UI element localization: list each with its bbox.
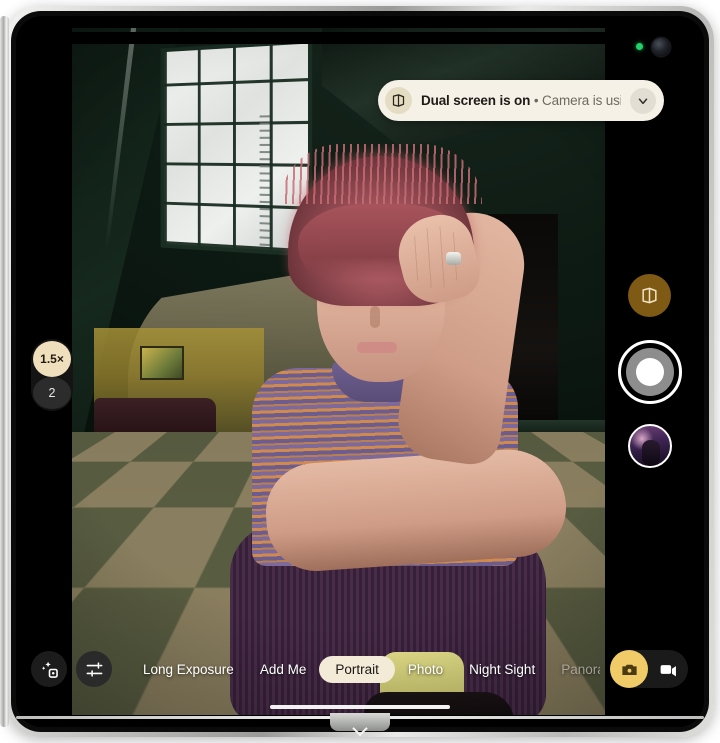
chevron-down-icon[interactable] <box>630 87 656 114</box>
ai-lens-button[interactable] <box>31 651 67 687</box>
shutter-inner-ring <box>626 348 674 396</box>
dual-screen-banner[interactable]: Dual screen is on • Camera is using b... <box>378 80 664 121</box>
device-hinge <box>0 16 9 727</box>
photo-mode-button[interactable] <box>610 650 648 688</box>
zoom-option-2x[interactable]: 2 <box>33 376 71 409</box>
dual-screen-toggle-button[interactable] <box>628 274 671 317</box>
viewfinder-top-band <box>32 32 704 44</box>
camera-in-use-indicator <box>636 43 643 50</box>
banner-separator: • <box>530 93 543 108</box>
last-photo-thumbnail[interactable] <box>628 424 672 468</box>
shutter-button[interactable] <box>618 340 682 404</box>
scene-vignette <box>72 28 605 715</box>
camera-settings-button[interactable] <box>76 651 112 687</box>
device-hinge-notch <box>330 713 390 731</box>
banner-title: Dual screen is on <box>421 93 531 108</box>
banner-detail: Camera is using b... <box>542 93 621 108</box>
front-camera-lens <box>652 38 670 56</box>
gesture-home-indicator[interactable] <box>270 705 450 709</box>
dual-screen-fold-icon <box>385 87 412 114</box>
mode-panorama[interactable]: Panora <box>548 656 600 683</box>
mode-night-sight[interactable]: Night Sight <box>456 656 548 683</box>
banner-message: Dual screen is on • Camera is using b... <box>421 93 621 108</box>
screenshot-root: Dual screen is on • Camera is using b...… <box>0 0 720 743</box>
video-mode-button[interactable] <box>648 659 688 680</box>
mode-photo[interactable]: Photo <box>395 656 456 683</box>
mode-long-exposure[interactable]: Long Exposure <box>130 656 247 683</box>
mode-add-me[interactable]: Add Me <box>247 656 320 683</box>
device-screen <box>16 16 704 727</box>
camera-mode-selector[interactable]: Long Exposure Add Me Portrait Photo Nigh… <box>130 651 600 687</box>
zoom-level-selector[interactable]: 1.5× 2 <box>31 339 73 411</box>
photo-video-toggle[interactable] <box>610 650 688 688</box>
zoom-option-1_5x[interactable]: 1.5× <box>33 341 71 377</box>
mode-portrait[interactable]: Portrait <box>319 655 395 683</box>
camera-viewfinder[interactable] <box>72 28 605 715</box>
shutter-core <box>636 358 664 386</box>
